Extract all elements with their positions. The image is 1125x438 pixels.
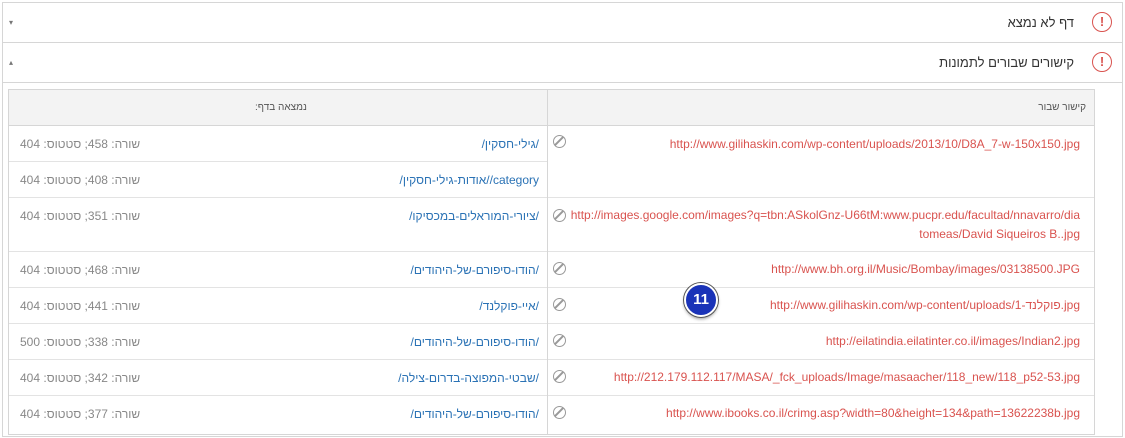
chevron-down-icon[interactable]: ▾ xyxy=(9,3,13,42)
page-link[interactable]: /הודו-סיפורם-של-היהודים/ xyxy=(410,335,539,349)
header-broken-link: קישור שבור xyxy=(1038,102,1086,113)
page-link[interactable]: /הודו-סיפורם-של-היהודים/ xyxy=(410,263,539,277)
broken-url[interactable]: http://www.bh.org.il/Music/Bombay/images… xyxy=(570,260,1080,279)
page-link[interactable]: /שבטי-המפוצה-בדרום-צילה/ xyxy=(398,371,539,385)
broken-links-table: קישור שבור נמצאה בדף: שורה: 458; סטטוס: … xyxy=(8,89,1095,435)
no-link-icon[interactable] xyxy=(553,370,566,383)
no-link-icon[interactable] xyxy=(553,209,566,222)
report-panel: ▾ דף לא נמצא ! ▴ קישורים שבורים לתמונות … xyxy=(2,2,1123,437)
no-link-icon[interactable] xyxy=(553,334,566,347)
line-status: שורה: 342; סטטוס: 404 xyxy=(20,371,141,385)
broken-url[interactable]: http://www.ibooks.co.il/crimg.asp?width=… xyxy=(570,404,1080,423)
broken-url[interactable]: http://eilatindia.eilatinter.co.il/image… xyxy=(570,332,1080,351)
table-row: http://www.bh.org.il/Music/Bombay/images… xyxy=(548,252,1094,288)
table-row: http://images.google.com/images?q=tbn:AS… xyxy=(548,198,1094,252)
step-number-badge: 11 xyxy=(684,283,718,317)
no-link-icon[interactable] xyxy=(553,262,566,275)
table-row: שורה: 351; סטטוס: 404 /ציורי-המוראלים-במ… xyxy=(9,198,547,252)
broken-url[interactable]: http://images.google.com/images?q=tbn:AS… xyxy=(570,206,1080,244)
line-status: שורה: 377; סטטוס: 404 xyxy=(20,407,141,421)
no-link-icon[interactable] xyxy=(553,406,566,419)
table-row: שורה: 408; סטטוס: 404 category//אודות-גי… xyxy=(9,162,547,198)
page-link[interactable]: /ציורי-המוראלים-במכסיקו/ xyxy=(409,209,539,223)
table-header: קישור שבור נמצאה בדף: xyxy=(9,90,1094,126)
broken-url[interactable]: http://www.gilihaskin.com/wp-content/upl… xyxy=(570,135,1080,154)
table-row: שורה: 377; סטטוס: 404 /הודו-סיפורם-של-הי… xyxy=(9,396,547,433)
line-status: שורה: 468; סטטוס: 404 xyxy=(20,263,141,277)
line-status: שורה: 458; סטטוס: 404 xyxy=(20,137,141,151)
no-link-icon[interactable] xyxy=(553,298,566,311)
alert-circle-icon: ! xyxy=(1092,52,1112,72)
section-title: קישורים שבורים לתמונות xyxy=(939,55,1074,70)
table-row: שורה: 342; סטטוס: 404 /שבטי-המפוצה-בדרום… xyxy=(9,360,547,396)
table-row: שורה: 441; סטטוס: 404 /איי-פוקלנד/ xyxy=(9,288,547,324)
broken-url[interactable]: http://www.gilihaskin.com/wp-content/upl… xyxy=(570,296,1080,315)
section-title: דף לא נמצא xyxy=(1007,15,1074,30)
table-row: http://www.ibooks.co.il/crimg.asp?width=… xyxy=(548,396,1094,433)
section-broken-image-links[interactable]: ▴ קישורים שבורים לתמונות ! xyxy=(3,43,1122,83)
table-row: http://eilatindia.eilatinter.co.il/image… xyxy=(548,324,1094,360)
table-row: שורה: 338; סטטוס: 500 /הודו-סיפורם-של-הי… xyxy=(9,324,547,360)
line-status: שורה: 408; סטטוס: 404 xyxy=(20,173,141,187)
table-row: http://www.gilihaskin.com/wp-content/upl… xyxy=(548,126,1094,198)
line-status: שורה: 351; סטטוס: 404 xyxy=(20,209,141,223)
table-row: שורה: 468; סטטוס: 404 /הודו-סיפורם-של-הי… xyxy=(9,252,547,288)
table-row: שורה: 458; סטטוס: 404 /גילי-חסקין/ xyxy=(9,126,547,162)
page-link[interactable]: category//אודות-גילי-חסקין/ xyxy=(400,173,539,187)
section-page-not-found[interactable]: ▾ דף לא נמצא ! xyxy=(3,3,1122,43)
table-row: http://212.179.112.117/MASA/_fck_uploads… xyxy=(548,360,1094,396)
no-link-icon[interactable] xyxy=(553,135,566,148)
alert-circle-icon: ! xyxy=(1092,12,1112,32)
table-row: http://www.gilihaskin.com/wp-content/upl… xyxy=(548,288,1094,324)
page-link[interactable]: /הודו-סיפורם-של-היהודים/ xyxy=(410,407,539,421)
line-status: שורה: 338; סטטוס: 500 xyxy=(20,335,141,349)
header-found-on: נמצאה בדף: xyxy=(255,102,307,113)
line-status: שורה: 441; סטטוס: 404 xyxy=(20,299,141,313)
chevron-up-icon[interactable]: ▴ xyxy=(9,43,13,82)
page-link[interactable]: /איי-פוקלנד/ xyxy=(479,299,539,313)
page-link[interactable]: /גילי-חסקין/ xyxy=(482,137,539,151)
broken-url[interactable]: http://212.179.112.117/MASA/_fck_uploads… xyxy=(570,368,1080,387)
